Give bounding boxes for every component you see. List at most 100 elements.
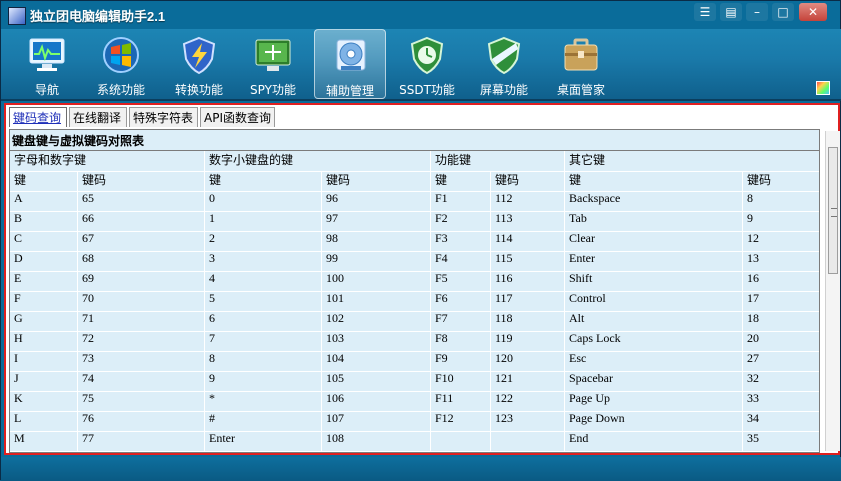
table-cell: 99 <box>322 251 431 271</box>
table-row[interactable]: B 66 1 97 F2 113 Tab 9 <box>10 211 819 232</box>
table-row[interactable]: F 70 5 101 F6 117 Control 17 <box>10 291 819 312</box>
table-row[interactable]: K 75 * 106 F11 122 Page Up 33 <box>10 391 819 412</box>
app-title: 独立团电脑编辑助手2.1 <box>30 9 166 24</box>
table-cell: F9 <box>431 351 491 371</box>
table-cell: 1 <box>205 211 322 231</box>
table-cell: 70 <box>78 291 205 311</box>
scrollbar-thumb[interactable] <box>828 147 838 274</box>
shield-clock-icon <box>410 36 444 75</box>
table-cell: 7 <box>205 331 322 351</box>
table-cell: Esc <box>565 351 743 371</box>
table-cell: 76 <box>78 411 205 431</box>
table-cell: 116 <box>491 271 565 291</box>
table-cell: 104 <box>322 351 431 371</box>
skin-icon[interactable]: ▤ <box>720 3 742 21</box>
table-cell: F3 <box>431 231 491 251</box>
table-cell: H <box>10 331 78 351</box>
table-header-row: 键键码键键码键键码键键码 <box>10 171 819 192</box>
table-row[interactable]: A 65 0 96 F1 112 Backspace 8 <box>10 191 819 212</box>
table-cell: B <box>10 211 78 231</box>
table-cell: 75 <box>78 391 205 411</box>
group-header: 数字小键盘的键 <box>205 151 431 171</box>
table-cell: 65 <box>78 191 205 211</box>
table-cell: 0 <box>205 191 322 211</box>
tab-special-chars[interactable]: 特殊字符表 <box>129 107 198 127</box>
close-icon[interactable]: ✕ <box>799 3 827 21</box>
table-cell: 100 <box>322 271 431 291</box>
toolbar-assist-button[interactable]: 辅助管理 <box>314 29 386 99</box>
table-cell: 96 <box>322 191 431 211</box>
tab-online-translate[interactable]: 在线翻译 <box>69 107 127 127</box>
column-header: 键码 <box>322 171 431 191</box>
title-bar: 独立团电脑编辑助手2.1 ☰ ▤ – □ ✕ <box>1 1 841 29</box>
table-cell: D <box>10 251 78 271</box>
minimize-icon[interactable]: – <box>746 3 768 21</box>
table-cell: 105 <box>322 371 431 391</box>
table-cell: 119 <box>491 331 565 351</box>
table-cell: Spacebar <box>565 371 743 391</box>
table-cell: F11 <box>431 391 491 411</box>
table-cell: 2 <box>205 231 322 251</box>
group-header: 字母和数字键 <box>10 151 205 171</box>
table-cell: 74 <box>78 371 205 391</box>
table-cell: G <box>10 311 78 331</box>
monitor-icon <box>29 38 65 71</box>
vertical-scrollbar[interactable] <box>825 131 840 451</box>
toolbar-label: 辅助管理 <box>325 84 374 98</box>
table-cell: 32 <box>743 371 819 391</box>
toolbar-ssdt-button[interactable]: SSDT功能 <box>391 29 463 99</box>
table-cell: 66 <box>78 211 205 231</box>
table-cell: 3 <box>205 251 322 271</box>
maximize-icon[interactable]: □ <box>772 3 794 21</box>
toolbar-convert-button[interactable]: 转换功能 <box>163 29 235 99</box>
table-cell: Caps Lock <box>565 331 743 351</box>
table-cell <box>491 431 565 451</box>
disc-icon <box>336 39 366 71</box>
table-row[interactable]: C 67 2 98 F3 114 Clear 12 <box>10 231 819 252</box>
table-cell: 106 <box>322 391 431 411</box>
toolbar-spy-button[interactable]: SPY功能 <box>237 29 309 99</box>
column-header: 键码 <box>491 171 565 191</box>
table-cell: 108 <box>322 431 431 451</box>
table-cell: F <box>10 291 78 311</box>
table-row[interactable]: M 77 Enter 108 End 35 <box>10 431 819 452</box>
table-cell: 12 <box>743 231 819 251</box>
app-window: 独立团电脑编辑助手2.1 ☰ ▤ – □ ✕ 导航 系统功能 转换功能 SPY功… <box>0 0 841 481</box>
table-cell: A <box>10 191 78 211</box>
table-row[interactable]: I 73 8 104 F9 120 Esc 27 <box>10 351 819 372</box>
table-cell: L <box>10 411 78 431</box>
tab-key-lookup[interactable]: 键码查询 <box>9 107 67 127</box>
table-row[interactable]: G 71 6 102 F7 118 Alt 18 <box>10 311 819 332</box>
table-cell: 120 <box>491 351 565 371</box>
column-header: 键 <box>565 171 743 191</box>
toolbar-screen-button[interactable]: 屏幕功能 <box>468 29 540 99</box>
toolbar-desktop-button[interactable]: 桌面管家 <box>545 29 617 99</box>
menu-icon[interactable]: ☰ <box>694 3 716 21</box>
table-row[interactable]: E 69 4 100 F5 116 Shift 16 <box>10 271 819 292</box>
table-cell: 121 <box>491 371 565 391</box>
table-cell: F8 <box>431 331 491 351</box>
table-row[interactable]: J 74 9 105 F10 121 Spacebar 32 <box>10 371 819 392</box>
table-row[interactable]: H 72 7 103 F8 119 Caps Lock 20 <box>10 331 819 352</box>
table-cell: 103 <box>322 331 431 351</box>
table-cell: 69 <box>78 271 205 291</box>
toolbar-label: 导航 <box>34 83 59 97</box>
table-cell: 16 <box>743 271 819 291</box>
toolbar-label: SPY功能 <box>250 83 296 97</box>
color-theme-icon[interactable] <box>816 81 830 95</box>
table-cell: 114 <box>491 231 565 251</box>
toolbar-system-button[interactable]: 系统功能 <box>85 29 157 99</box>
table-cell: Page Down <box>565 411 743 431</box>
table-cell: Shift <box>565 271 743 291</box>
group-header: 功能键 <box>431 151 565 171</box>
table-row[interactable]: L 76 #107 F12 123 Page Down 34 <box>10 411 819 432</box>
tab-api-lookup[interactable]: API函数查询 <box>200 107 275 127</box>
toolbar-navigation-button[interactable]: 导航 <box>11 29 83 99</box>
table-row[interactable]: D 68 3 99 F4 115 Enter 13 <box>10 251 819 272</box>
table-cell: 4 <box>205 271 322 291</box>
table-cell: Backspace <box>565 191 743 211</box>
status-bar <box>1 457 841 481</box>
shield-lightning-icon <box>182 36 216 75</box>
table-cell: Enter <box>565 251 743 271</box>
table-cell: 77 <box>78 431 205 451</box>
